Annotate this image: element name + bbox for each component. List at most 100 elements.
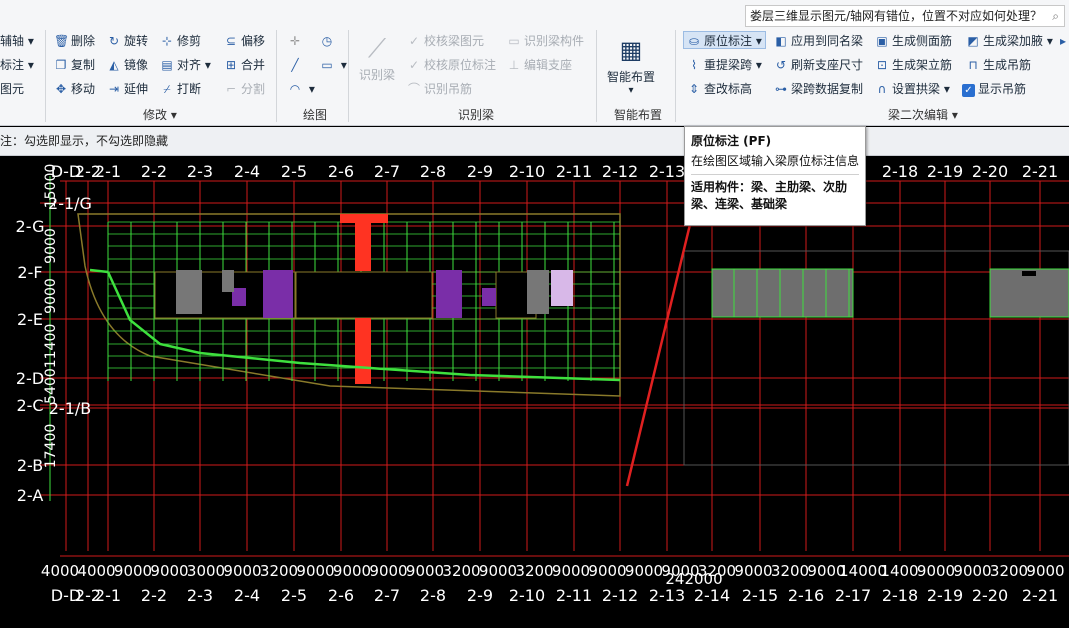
in-situ-annotation-button[interactable]: ⛀ 原位标注 ▾ — [683, 31, 766, 49]
element-button[interactable]: 图元 — [0, 80, 24, 98]
dim-label-bottom: 9000 — [734, 562, 772, 580]
annotation-arrow — [625, 211, 695, 487]
trim-button[interactable]: ⊹ 修剪 — [160, 32, 201, 50]
haunch-icon: ◩ — [967, 34, 979, 48]
apply-same-name-button[interactable]: ◧ 应用到同名梁 — [774, 32, 863, 50]
gen-haunch-button[interactable]: ◩ 生成梁加腋 ▾ — [966, 32, 1053, 50]
more-icon[interactable]: ▸ — [1060, 32, 1066, 50]
check-icon: ✓ — [408, 58, 420, 72]
axis-label-bottom: 2-17 — [835, 586, 871, 605]
draw-circle-button[interactable]: ◷ — [320, 32, 337, 50]
gen-side-rebar-button[interactable]: ▣ 生成侧面筋 — [875, 32, 952, 50]
edit-support-button[interactable]: ⊥ 编辑支座 — [507, 56, 572, 74]
apply-icon: ◧ — [775, 34, 787, 48]
check-annotation-button[interactable]: ✓ 校核原位标注 — [407, 56, 496, 74]
dim-label-bottom: 3200 — [260, 562, 298, 580]
search-text: 娄层三维显示图元/轴网有错位，位置不对应如何处理？ — [750, 9, 1043, 23]
annotation-icon: ⛀ — [688, 34, 700, 48]
hanger-icon: ⌒ — [407, 82, 420, 96]
draw-point-button[interactable]: ✛ — [288, 32, 305, 50]
axis-label-bottom: 2-11 — [556, 586, 592, 605]
delete-button[interactable]: 🗑 删除 — [54, 32, 95, 50]
axis-label-bottom: 2-13 — [649, 586, 685, 605]
axis-label-top: 2-9 — [467, 162, 493, 181]
axis-label-bottom: 2-18 — [882, 586, 918, 605]
dim-label-left: 9000 — [43, 278, 59, 314]
dim-label-bottom: 3000 — [187, 562, 225, 580]
axis-label-top: 2-7 — [374, 162, 400, 181]
extend-button[interactable]: ⇥ 延伸 — [107, 80, 148, 98]
axis-label-top: 2-10 — [509, 162, 545, 181]
check-beam-button[interactable]: ✓ 校核梁图元 — [407, 32, 484, 50]
show-hanger-checkbox[interactable]: ✓ 显示吊筋 — [962, 80, 1026, 98]
axis-label-bottom: 2-5 — [281, 586, 307, 605]
search-input[interactable]: 娄层三维显示图元/轴网有错位，位置不对应如何处理？ ⌕ — [745, 5, 1065, 27]
mirror-button[interactable]: ◭ 镜像 — [107, 56, 148, 74]
hint-bar: 注：勾选即显示，不勾选即隐藏 — [0, 127, 1069, 156]
axis-label-bottom: 2-12 — [602, 586, 638, 605]
axis-label-left: 2-G — [16, 217, 45, 236]
support-icon: ⊥ — [508, 58, 520, 72]
refresh-support-button[interactable]: ↺ 刷新支座尺寸 — [774, 56, 863, 74]
cad-svg[interactable]: D-D2-22-1 2-2 2-3 2-4 2-5 2-6 2-7 2-8 2-9 2-10 2-1… — [0, 156, 1069, 624]
dim-label-bottom: 9000 — [625, 562, 663, 580]
axis-label-bottom: 2-2 — [141, 586, 167, 605]
axis-label-left: 2-B — [17, 456, 43, 475]
axis-label-top: 2-19 — [927, 162, 963, 181]
dim-label-bottom: 9000 — [1026, 562, 1064, 580]
axis-label-bottom: 2-14 — [694, 586, 730, 605]
copy-span-data-button[interactable]: ⊶ 梁跨数据复制 — [774, 80, 863, 98]
aux-axis-button[interactable]: 辅轴 ▾ — [0, 32, 34, 50]
line-icon: ╱ — [291, 58, 299, 72]
re-extract-span-button[interactable]: ⌇ 重提梁跨 ▾ — [687, 56, 762, 74]
purple-block — [482, 288, 496, 306]
copy-button[interactable]: ❐ 复制 — [54, 56, 95, 74]
split-button[interactable]: ⌐ 分割 — [224, 80, 265, 98]
circle-icon: ◷ — [321, 34, 333, 48]
purple-block — [263, 270, 293, 318]
axis-label-top: 2-2 — [141, 162, 167, 181]
identify-beam-member-button[interactable]: ▭ 识别梁构件 — [507, 32, 584, 50]
move-button[interactable]: ✥ 移动 — [54, 80, 95, 98]
draw-rect-button[interactable]: ▭ ▾ — [320, 56, 347, 74]
room-block — [295, 271, 433, 319]
draw-arc-button[interactable]: ◠ ▾ — [288, 80, 315, 98]
check-elevation-button[interactable]: ⇕ 查改标高 — [687, 80, 752, 98]
merge-button[interactable]: ⊞ 合并 — [224, 56, 265, 74]
dim-label-bottom: 3200 — [515, 562, 553, 580]
axis-label-bottom: 2-8 — [420, 586, 446, 605]
axis-label-bottom: 2-21 — [1022, 586, 1058, 605]
refresh-icon: ↺ — [775, 58, 787, 72]
drawing-canvas[interactable]: D-D 2-2 2-1 2-2 2-3 2-4 2-5 2-6 2-7 2-8 2-9 2-10 2-1… — [0, 156, 1069, 624]
checkbox-checked-icon: ✓ — [962, 84, 975, 97]
rotate-button[interactable]: ↻ 旋转 — [107, 32, 148, 50]
smart-layout-button[interactable]: ▦ 智能布置 ▾ — [604, 32, 658, 96]
axis-label-left: 2-F — [17, 263, 42, 282]
search-icon[interactable]: ⌕ — [1052, 6, 1059, 26]
axis-label-bottom: 2-9 — [467, 586, 493, 605]
identify-beam-button[interactable]: ⟋ 识别梁 — [355, 32, 399, 83]
separator — [276, 30, 277, 122]
axis-label-top: 2-18 — [882, 162, 918, 181]
tooltip-applicable: 适用构件：梁、主肋梁、次肋梁、连梁、基础梁 — [691, 180, 848, 211]
break-button[interactable]: ⌿ 打断 — [160, 80, 201, 98]
merge-icon: ⊞ — [225, 58, 237, 72]
offset-button[interactable]: ⊆ 偏移 — [224, 32, 265, 50]
break-icon: ⌿ — [163, 82, 171, 96]
hint-text: 注：勾选即显示，不勾选即隐藏 — [0, 134, 169, 148]
dim-label-bottom: 9000 — [479, 562, 517, 580]
annotate-button[interactable]: 标注 ▾ — [0, 56, 34, 74]
gen-erection-rebar-button[interactable]: ⊡ 生成架立筋 — [875, 56, 952, 74]
set-arch-beam-button[interactable]: ∩ 设置拱梁 ▾ — [875, 80, 950, 98]
axis-label-bottom: 2-1 — [95, 586, 121, 605]
check-icon: ✓ — [408, 34, 420, 48]
tooltip-title: 原位标注 (PF) — [691, 134, 772, 148]
axis-label-bottom: 2-4 — [234, 586, 260, 605]
point-icon: ✛ — [289, 34, 301, 48]
identify-hanger-button[interactable]: ⌒ 识别吊筋 — [407, 80, 472, 98]
align-button[interactable]: ▤ 对齐 ▾ — [160, 56, 211, 74]
gen-hanger-rebar-button[interactable]: ⊓ 生成吊筋 — [966, 56, 1031, 74]
draw-line-button[interactable]: ╱ — [288, 56, 305, 74]
axis-label-top: 2-8 — [420, 162, 446, 181]
axis-label-left: 2-A — [17, 486, 44, 505]
